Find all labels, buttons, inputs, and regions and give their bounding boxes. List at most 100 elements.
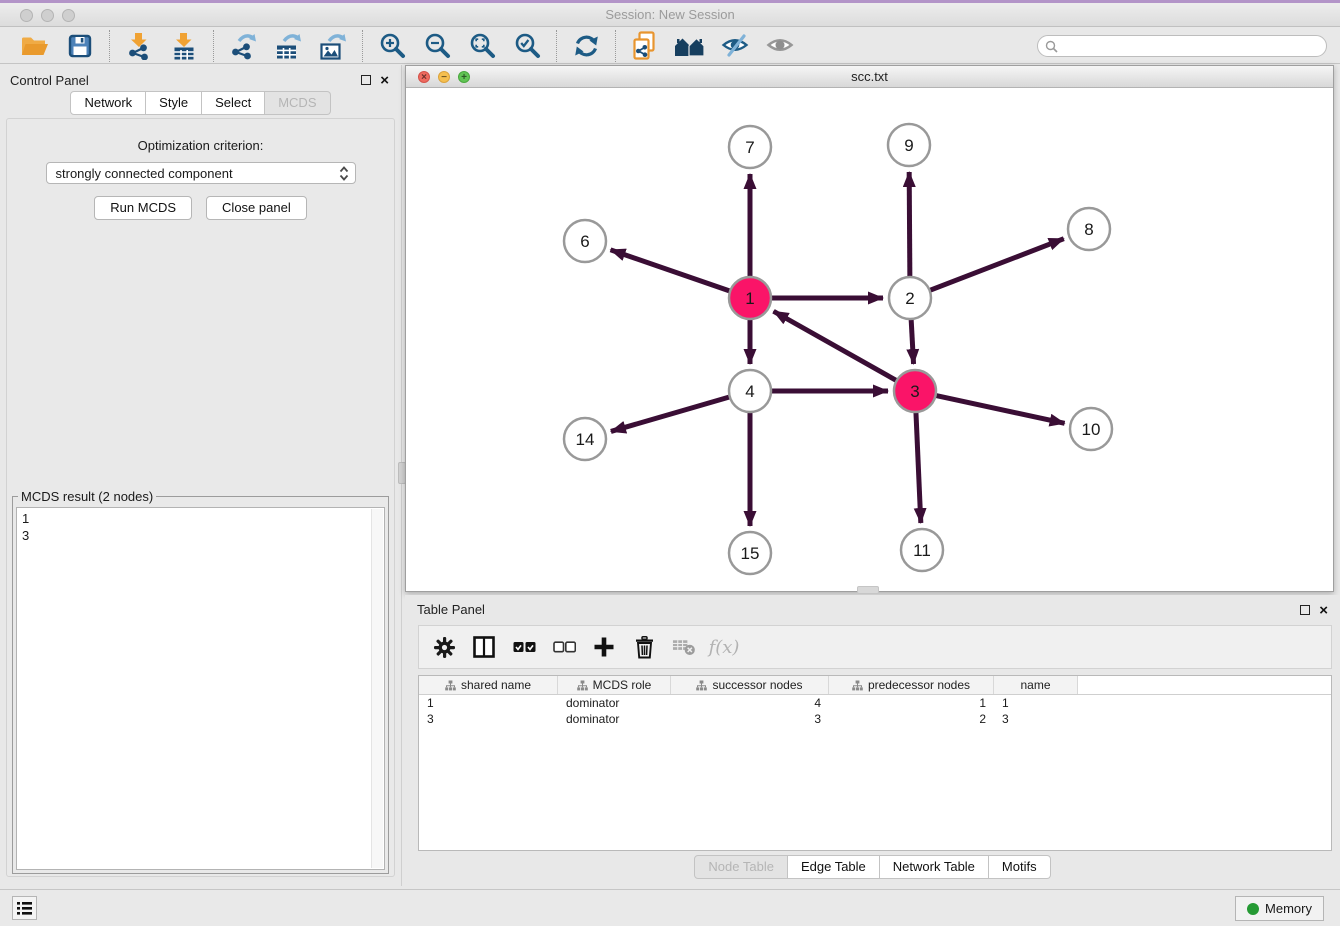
tab-select[interactable]: Select (202, 91, 265, 115)
close-panel-icon[interactable]: × (380, 76, 389, 86)
table-row[interactable]: 3dominator323 (419, 711, 1331, 727)
node-11[interactable]: 11 (901, 529, 943, 571)
run-mcds-button[interactable]: Run MCDS (94, 196, 192, 220)
function-builder-button[interactable]: f(x) (712, 635, 736, 659)
export-network-button[interactable] (225, 31, 261, 61)
table-cell[interactable]: 1 (829, 695, 994, 711)
node-8[interactable]: 8 (1068, 208, 1110, 250)
houses-icon (674, 34, 706, 58)
hide-graphics-details-button[interactable] (717, 31, 753, 61)
node-1[interactable]: 1 (729, 277, 771, 319)
table-cell[interactable]: 3 (671, 711, 829, 727)
node-7[interactable]: 7 (729, 126, 771, 168)
node-6[interactable]: 6 (564, 220, 606, 262)
memory-button[interactable]: Memory (1235, 896, 1324, 921)
tab-node-table[interactable]: Node Table (694, 855, 788, 879)
table-cell[interactable]: dominator (558, 695, 671, 711)
home-button[interactable] (672, 31, 708, 61)
search-field[interactable] (1037, 35, 1327, 57)
node-2[interactable]: 2 (889, 277, 931, 319)
node-9[interactable]: 9 (888, 124, 930, 166)
zoom-fit-button[interactable] (464, 31, 500, 61)
tab-network[interactable]: Network (70, 91, 146, 115)
edge-3-11[interactable] (916, 412, 921, 523)
tab-mcds[interactable]: MCDS (265, 91, 330, 115)
node-10[interactable]: 10 (1070, 408, 1112, 450)
column-header[interactable]: predecessor nodes (829, 676, 994, 694)
export-image-button[interactable] (315, 31, 351, 61)
clone-network-button[interactable] (627, 31, 663, 61)
delete-row-button[interactable] (632, 635, 656, 659)
column-header[interactable]: shared name (419, 676, 558, 694)
export-table-button[interactable] (270, 31, 306, 61)
zoom-selected-button[interactable] (509, 31, 545, 61)
table-cell[interactable]: 3 (994, 711, 1078, 727)
node-14[interactable]: 14 (564, 418, 606, 460)
add-row-button[interactable] (592, 635, 616, 659)
network-close-button[interactable]: × (418, 71, 430, 83)
select-all-button[interactable] (512, 635, 536, 659)
zoom-out-button[interactable] (419, 31, 455, 61)
table-cell[interactable]: 2 (829, 711, 994, 727)
search-icon (1045, 40, 1058, 53)
table-cell[interactable]: 1 (994, 695, 1078, 711)
node-4[interactable]: 4 (729, 370, 771, 412)
horizontal-splitter-handle[interactable] (857, 586, 879, 594)
import-table-button[interactable] (166, 31, 202, 61)
zoom-in-button[interactable] (374, 31, 410, 61)
network-maximize-button[interactable]: + (458, 71, 470, 83)
close-panel-button[interactable]: Close panel (206, 196, 307, 220)
table-settings-button[interactable] (432, 635, 456, 659)
show-columns-button[interactable] (472, 635, 496, 659)
delete-table-button[interactable] (672, 635, 696, 659)
table-cell[interactable]: 4 (671, 695, 829, 711)
mcds-result-textarea[interactable]: 13 (16, 507, 385, 870)
control-panel: Control Panel × Network Style Select MCD… (0, 65, 402, 886)
table-row[interactable]: 1dominator411 (419, 695, 1331, 711)
float-panel-button[interactable] (361, 72, 371, 90)
tab-edge-table[interactable]: Edge Table (788, 855, 880, 879)
open-folder-icon (21, 33, 49, 59)
refresh-view-button[interactable] (568, 31, 604, 61)
result-scrollbar[interactable] (371, 509, 383, 868)
table-cell[interactable]: 3 (419, 711, 558, 727)
node-15[interactable]: 15 (729, 532, 771, 574)
network-window-titlebar[interactable]: × − + scc.txt (406, 66, 1333, 88)
zoom-window-button[interactable] (62, 9, 75, 22)
edge-4-14[interactable] (611, 397, 730, 432)
trash-icon (634, 636, 655, 659)
show-graphics-details-button[interactable] (762, 31, 798, 61)
network-minimize-button[interactable]: − (438, 71, 450, 83)
tab-style[interactable]: Style (146, 91, 202, 115)
task-history-button[interactable] (12, 896, 37, 920)
table-cell[interactable]: 1 (419, 695, 558, 711)
control-panel-title: Control Panel (10, 73, 89, 88)
minimize-window-button[interactable] (41, 9, 54, 22)
tab-motifs[interactable]: Motifs (989, 855, 1051, 879)
edge-2-9[interactable] (909, 172, 910, 277)
column-header[interactable]: name (994, 676, 1078, 694)
search-input[interactable] (1058, 39, 1326, 53)
node-3[interactable]: 3 (894, 370, 936, 412)
edge-3-1[interactable] (774, 311, 897, 380)
column-header[interactable]: MCDS role (558, 676, 671, 694)
column-header[interactable]: successor nodes (671, 676, 829, 694)
network-graph[interactable]: 7 9 6 8 1 2 4 3 14 10 15 11 (406, 89, 1334, 592)
close-window-button[interactable] (20, 9, 33, 22)
deselect-all-button[interactable] (552, 635, 576, 659)
edge-2-8[interactable] (930, 239, 1064, 291)
app-window-controls[interactable] (20, 9, 75, 22)
import-network-button[interactable] (121, 31, 157, 61)
open-file-button[interactable] (17, 31, 53, 61)
criterion-dropdown[interactable]: strongly connected component (46, 162, 356, 184)
float-table-panel-button[interactable] (1300, 602, 1310, 620)
edge-2-3[interactable] (911, 319, 913, 364)
network-canvas[interactable]: 7 9 6 8 1 2 4 3 14 10 15 11 (406, 89, 1333, 591)
save-session-button[interactable] (62, 31, 98, 61)
close-table-panel-icon[interactable]: × (1319, 606, 1328, 616)
memory-status-icon (1247, 903, 1259, 915)
edge-3-10[interactable] (936, 395, 1065, 423)
edge-1-6[interactable] (611, 250, 731, 291)
tab-network-table[interactable]: Network Table (880, 855, 989, 879)
table-cell[interactable]: dominator (558, 711, 671, 727)
